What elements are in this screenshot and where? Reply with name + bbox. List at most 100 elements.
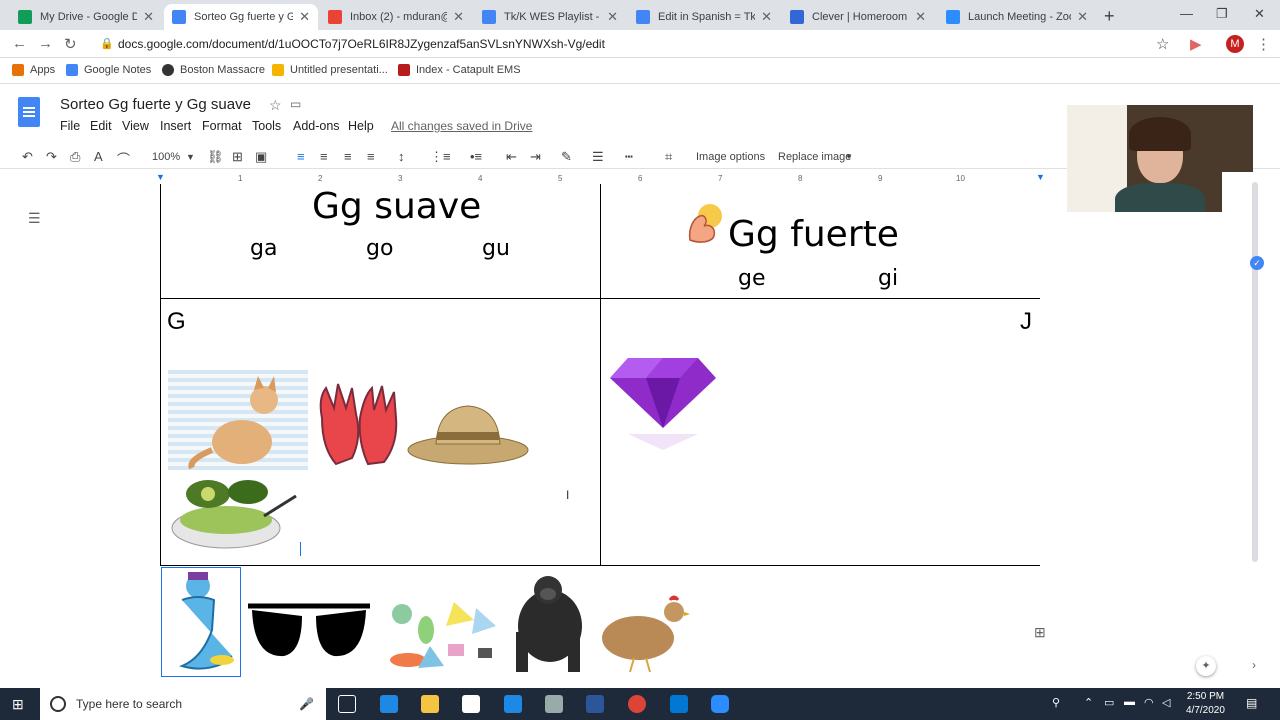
border-weight-icon[interactable]: ☰ <box>592 149 604 165</box>
close-icon[interactable]: ✕ <box>299 9 310 25</box>
close-icon[interactable]: ✕ <box>915 9 926 25</box>
add-comment-icon[interactable]: ⊞ <box>1034 624 1046 641</box>
tab-my-drive[interactable]: My Drive - Google Driv ✕ <box>10 4 162 30</box>
gorilla-image[interactable] <box>504 572 590 676</box>
tab-zoom[interactable]: Launch Meeting - Zoo ✕ <box>938 4 1096 30</box>
clock[interactable]: 2:50 PM 4/7/2020 <box>1186 690 1225 718</box>
close-icon[interactable]: ✕ <box>453 9 464 25</box>
close-icon[interactable]: ✕ <box>1077 9 1088 25</box>
tasks-icon[interactable]: ✓ <box>1250 256 1264 270</box>
image-options-button[interactable]: Image options <box>696 151 765 163</box>
menu-kebab-icon[interactable]: ⋮ <box>1256 35 1271 53</box>
forward-icon[interactable]: → <box>38 35 53 52</box>
close-icon[interactable]: ✕ <box>607 9 618 25</box>
straw-hat-image[interactable] <box>406 400 532 472</box>
taskbar-search[interactable]: Type here to search 🎤 <box>40 688 326 720</box>
system-tray-icon[interactable]: ▭ <box>1104 696 1114 709</box>
extension-icon[interactable]: ▶ <box>1190 35 1202 53</box>
menu-file[interactable]: File <box>60 119 80 133</box>
sunglasses-image[interactable] <box>244 596 374 670</box>
cat-image[interactable] <box>168 370 308 470</box>
chevron-up-icon[interactable]: ⌃ <box>1084 696 1093 709</box>
image-icon[interactable]: ▣ <box>255 149 267 165</box>
line-spacing-icon[interactable]: ↕ <box>398 149 405 164</box>
person-icon[interactable]: ⚲ <box>1052 696 1060 709</box>
numbered-list-icon[interactable]: ⋮≡ <box>430 149 451 165</box>
folder-icon[interactable]: ▭ <box>290 97 301 111</box>
wifi-icon[interactable]: ◠ <box>1144 696 1154 709</box>
close-icon[interactable]: ✕ <box>761 9 772 25</box>
menu-format[interactable]: Format <box>202 119 242 133</box>
replace-image-button[interactable]: Replace image <box>778 151 851 163</box>
minimize-icon[interactable]: — <box>1180 6 1193 21</box>
tab-edit-spanish[interactable]: Edit in Spanish = Tk/K ✕ <box>628 4 780 30</box>
bookmark-untitled[interactable]: Untitled presentati... <box>272 64 388 76</box>
redo-icon[interactable]: ↷ <box>46 149 57 165</box>
save-status[interactable]: All changes saved in Drive <box>391 119 532 133</box>
bulleted-list-icon[interactable]: •≡ <box>470 149 482 164</box>
window-close-icon[interactable]: ✕ <box>1254 6 1265 22</box>
increase-indent-icon[interactable]: ⇥ <box>530 149 541 165</box>
genie-image[interactable] <box>161 567 241 677</box>
bookmark-boston-massacre[interactable]: Boston Massacre <box>162 64 265 76</box>
mail-icon[interactable] <box>504 695 522 713</box>
tab-playlist[interactable]: Tk/K WES Playlist - Go ✕ <box>474 4 626 30</box>
windows-start-icon[interactable]: ⊞ <box>12 696 24 713</box>
microphone-icon[interactable]: 🎤 <box>299 697 314 711</box>
decrease-indent-icon[interactable]: ⇤ <box>506 149 517 165</box>
word-icon[interactable] <box>586 695 604 713</box>
bookmark-google-notes[interactable]: Google Notes <box>66 64 151 76</box>
new-tab-icon[interactable]: + <box>1104 6 1115 27</box>
app-icon[interactable] <box>545 695 563 713</box>
bookmark-catapult[interactable]: Index - Catapult EMS <box>398 64 521 76</box>
chrome-icon[interactable] <box>628 695 646 713</box>
undo-icon[interactable]: ↶ <box>22 149 33 165</box>
indent-marker-icon[interactable]: ▼ <box>1036 172 1045 182</box>
paint-format-icon[interactable]: ⌒ <box>117 149 130 168</box>
indent-marker-icon[interactable]: ▼ <box>156 172 165 182</box>
volume-icon[interactable]: ◁ <box>1162 696 1170 709</box>
back-icon[interactable]: ← <box>12 35 27 52</box>
gem-image[interactable] <box>608 344 718 454</box>
menu-view[interactable]: View <box>122 119 149 133</box>
maximize-icon[interactable]: ❐ <box>1216 6 1228 22</box>
outline-icon[interactable]: ☰ <box>28 210 41 227</box>
star-icon[interactable]: ☆ <box>269 97 282 114</box>
link-icon[interactable]: ⛓ <box>207 149 224 165</box>
reload-icon[interactable]: ↻ <box>64 35 77 53</box>
tab-clever[interactable]: Clever | Homeroom ✕ <box>782 4 934 30</box>
align-center-icon[interactable]: ≡ <box>320 149 328 164</box>
print-icon[interactable]: ⎙ <box>70 149 80 165</box>
bookmark-apps[interactable]: Apps <box>12 64 55 76</box>
docs-logo-icon[interactable] <box>18 97 40 127</box>
tab-inbox[interactable]: Inbox (2) - mduran@w ✕ <box>320 4 472 30</box>
menu-addons[interactable]: Add-ons <box>293 119 340 133</box>
menu-tools[interactable]: Tools <box>252 119 281 133</box>
menu-edit[interactable]: Edit <box>90 119 112 133</box>
menu-insert[interactable]: Insert <box>160 119 191 133</box>
task-view-icon[interactable] <box>338 695 356 713</box>
flexed-arm-icon[interactable] <box>684 202 726 246</box>
chevron-right-icon[interactable]: › <box>1252 658 1256 672</box>
outlook-icon[interactable] <box>670 695 688 713</box>
align-right-icon[interactable]: ≡ <box>344 149 352 164</box>
shapes-image[interactable] <box>388 596 498 676</box>
edge-icon[interactable] <box>380 695 398 713</box>
gloves-image[interactable] <box>312 378 404 472</box>
comment-icon[interactable]: ⊞ <box>232 149 243 165</box>
url-field[interactable]: docs.google.com/document/d/1uOOCTo7j7OeR… <box>118 37 605 51</box>
hen-image[interactable] <box>594 594 690 674</box>
document-page[interactable]: Gg suave ga go gu Gg fuerte ge gi G J I <box>160 184 1040 684</box>
store-icon[interactable] <box>462 695 480 713</box>
menu-help[interactable]: Help <box>348 119 374 133</box>
scrollbar[interactable] <box>1252 182 1258 562</box>
notifications-icon[interactable]: ▤ <box>1246 696 1257 710</box>
border-dash-icon[interactable]: ┅ <box>625 149 633 165</box>
guacamole-image[interactable] <box>168 476 300 554</box>
zoom-app-icon[interactable] <box>711 695 729 713</box>
crop-icon[interactable]: ⌗ <box>665 149 672 165</box>
align-justify-icon[interactable]: ≡ <box>367 149 375 164</box>
star-icon[interactable]: ☆ <box>1156 35 1169 53</box>
battery-icon[interactable]: ▬ <box>1124 696 1135 708</box>
spellcheck-icon[interactable]: A <box>94 149 103 164</box>
